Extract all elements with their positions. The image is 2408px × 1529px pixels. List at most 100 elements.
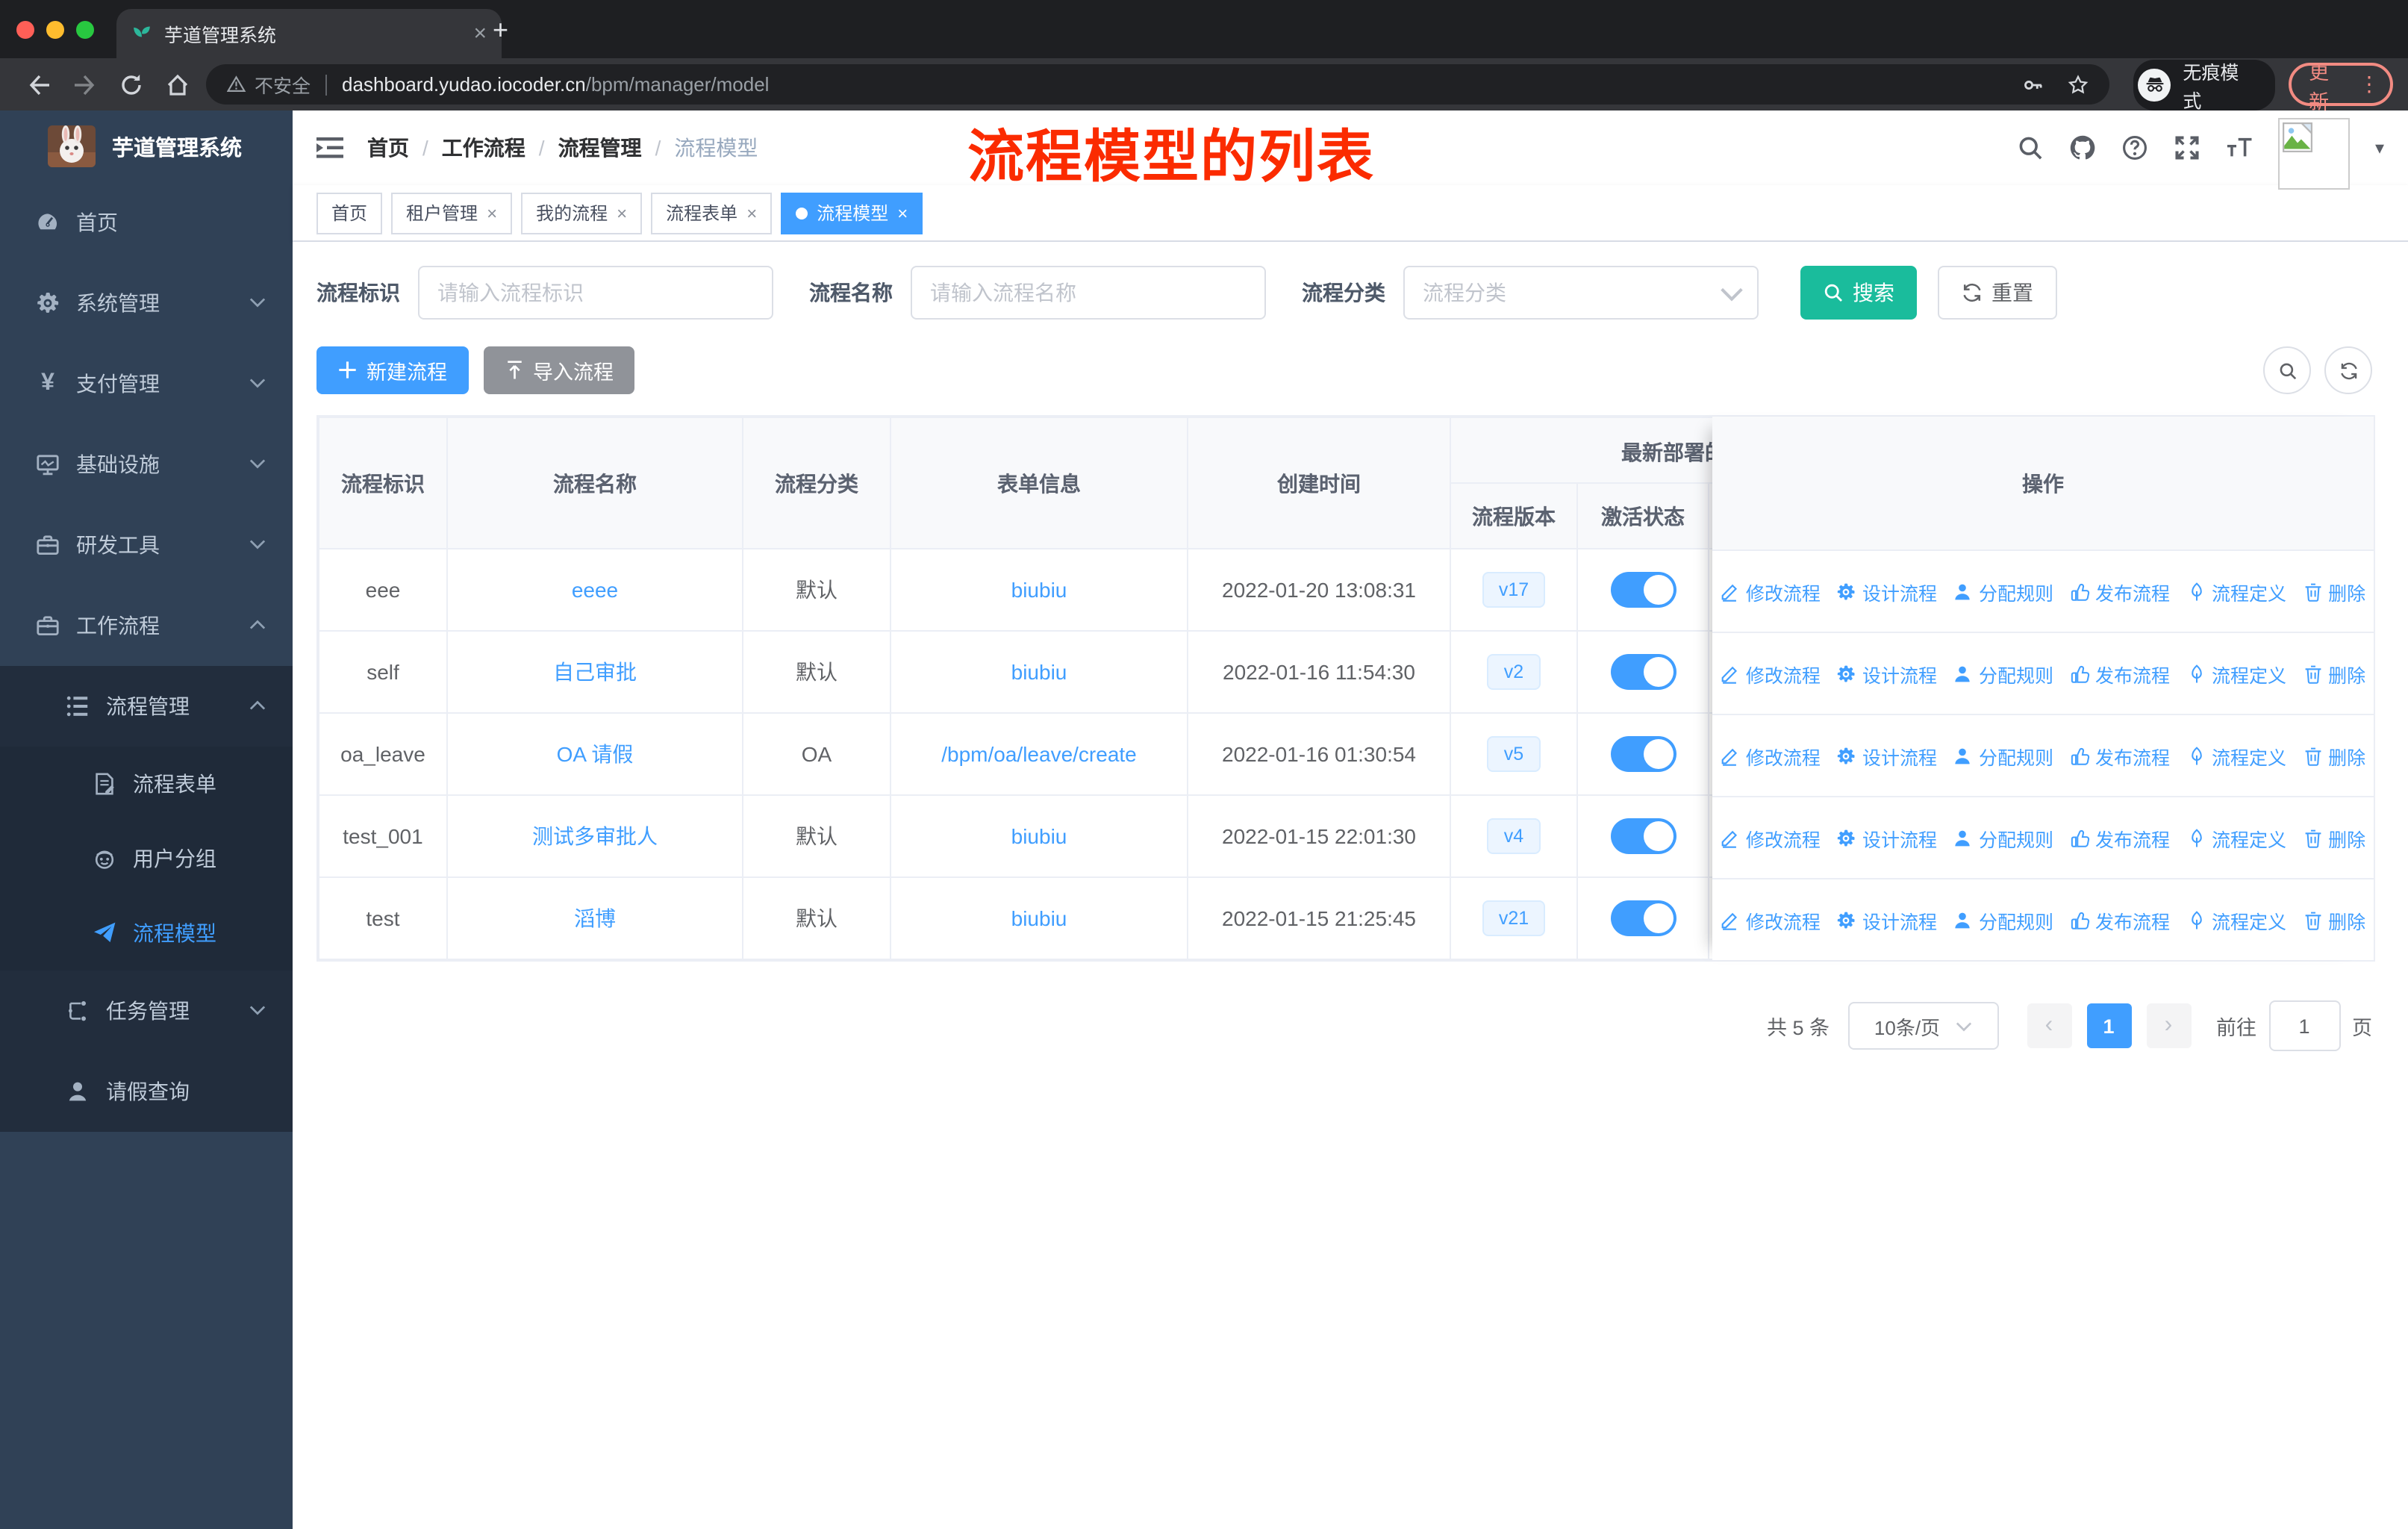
publish-process-link[interactable]: 发布流程 xyxy=(2070,741,2170,770)
prev-page-button[interactable]: ‹ xyxy=(2027,1003,2071,1048)
process-name-link[interactable]: 滔博 xyxy=(574,906,616,930)
design-process-link[interactable]: 设计流程 xyxy=(1837,741,1937,770)
modify-process-link[interactable]: 修改流程 xyxy=(1721,577,1821,605)
sidebar-item-leave-query[interactable]: 请假查询 xyxy=(0,1051,293,1132)
import-process-button[interactable]: 导入流程 xyxy=(483,346,634,394)
process-name-link[interactable]: 自己审批 xyxy=(553,660,637,684)
assign-rule-link[interactable]: 分配规则 xyxy=(1953,741,2053,770)
user-avatar[interactable] xyxy=(2277,118,2350,190)
security-badge[interactable]: 不安全 xyxy=(227,70,311,99)
search-icon[interactable] xyxy=(2017,134,2044,161)
publish-process-link[interactable]: 发布流程 xyxy=(2070,906,2170,934)
tag-my-process[interactable]: 我的流程 × xyxy=(521,192,643,234)
tag-close-icon[interactable]: × xyxy=(746,202,757,223)
modify-process-link[interactable]: 修改流程 xyxy=(1721,659,1821,688)
new-tab-button[interactable]: + xyxy=(493,15,508,46)
modify-process-link[interactable]: 修改流程 xyxy=(1721,906,1821,934)
publish-process-link[interactable]: 发布流程 xyxy=(2070,823,2170,852)
sidebar-item-task-mgmt[interactable]: 任务管理 xyxy=(0,971,293,1051)
sidebar-item-workflow[interactable]: 工作流程 xyxy=(0,585,293,666)
active-toggle[interactable] xyxy=(1610,736,1676,772)
tag-close-icon[interactable]: × xyxy=(487,202,497,223)
process-name-link[interactable]: OA 请假 xyxy=(557,742,634,766)
process-definition-link[interactable]: 流程定义 xyxy=(2186,577,2286,605)
tag-process-form[interactable]: 流程表单 × xyxy=(651,192,773,234)
font-size-icon[interactable] xyxy=(2226,134,2253,161)
form-info-link[interactable]: biubiu xyxy=(1011,906,1067,930)
process-id-input[interactable] xyxy=(418,266,773,320)
breadcrumb-item[interactable]: 工作流程 xyxy=(442,133,525,163)
help-icon[interactable] xyxy=(2121,134,2148,161)
process-definition-link[interactable]: 流程定义 xyxy=(2186,906,2286,934)
form-info-link[interactable]: biubiu xyxy=(1011,824,1067,848)
sidebar-item-devtools[interactable]: 研发工具 xyxy=(0,505,293,585)
sidebar-item-system[interactable]: 系统管理 xyxy=(0,263,293,343)
sidebar-item-process-mgmt[interactable]: 流程管理 xyxy=(0,666,293,747)
chrome-update-button[interactable]: 更新 ⋮ xyxy=(2288,60,2393,113)
process-definition-link[interactable]: 流程定义 xyxy=(2186,741,2286,770)
tag-home[interactable]: 首页 xyxy=(316,192,383,234)
active-toggle[interactable] xyxy=(1610,900,1676,936)
window-zoom-button[interactable] xyxy=(76,21,94,39)
active-toggle[interactable] xyxy=(1610,572,1676,608)
delete-link[interactable]: 删除 xyxy=(2303,906,2365,934)
delete-link[interactable]: 删除 xyxy=(2303,577,2365,605)
refresh-table-button[interactable] xyxy=(2324,346,2372,394)
current-page-button[interactable]: 1 xyxy=(2086,1003,2131,1048)
tag-tenant[interactable]: 租户管理 × xyxy=(391,192,513,234)
process-name-input[interactable] xyxy=(911,266,1266,320)
breadcrumb-item[interactable]: 流程管理 xyxy=(558,133,642,163)
fullscreen-icon[interactable] xyxy=(2174,134,2200,161)
active-toggle[interactable] xyxy=(1610,654,1676,690)
sidebar-item-user-group[interactable]: 用户分组 xyxy=(0,821,293,896)
reset-button[interactable]: 重置 xyxy=(1938,266,2057,320)
home-icon[interactable] xyxy=(154,72,200,96)
address-bar[interactable]: 不安全 dashboard.yudao.iocoder.cn /bpm/mana… xyxy=(206,64,2110,105)
assign-rule-link[interactable]: 分配规则 xyxy=(1953,577,2053,605)
page-size-select[interactable]: 10条/页 xyxy=(1847,1002,1998,1050)
form-info-link[interactable]: /bpm/oa/leave/create xyxy=(941,742,1137,766)
modify-process-link[interactable]: 修改流程 xyxy=(1721,823,1821,852)
sidebar-item-process-form[interactable]: 流程表单 xyxy=(0,747,293,821)
category-select-input[interactable] xyxy=(1403,266,1759,320)
design-process-link[interactable]: 设计流程 xyxy=(1837,823,1937,852)
tag-close-icon[interactable]: × xyxy=(897,202,908,223)
process-definition-link[interactable]: 流程定义 xyxy=(2186,659,2286,688)
modify-process-link[interactable]: 修改流程 xyxy=(1721,741,1821,770)
window-close-button[interactable] xyxy=(16,21,34,39)
window-minimize-button[interactable] xyxy=(46,21,64,39)
github-icon[interactable] xyxy=(2069,134,2096,161)
process-name-link[interactable]: 测试多审批人 xyxy=(532,824,658,848)
assign-rule-link[interactable]: 分配规则 xyxy=(1953,823,2053,852)
sidebar-item-payment[interactable]: ¥ 支付管理 xyxy=(0,343,293,424)
form-info-link[interactable]: biubiu xyxy=(1011,660,1067,684)
process-name-link[interactable]: eeee xyxy=(572,578,618,602)
forward-icon[interactable] xyxy=(61,72,107,96)
browser-tab[interactable]: 芋道管理系统 × xyxy=(116,9,502,58)
tag-process-model[interactable]: 流程模型 × xyxy=(781,192,923,234)
publish-process-link[interactable]: 发布流程 xyxy=(2070,577,2170,605)
next-page-button[interactable]: › xyxy=(2146,1003,2191,1048)
tab-close-icon[interactable]: × xyxy=(473,21,487,46)
reload-icon[interactable] xyxy=(107,72,154,96)
form-info-link[interactable]: biubiu xyxy=(1011,578,1067,602)
design-process-link[interactable]: 设计流程 xyxy=(1837,577,1937,605)
create-process-button[interactable]: 新建流程 xyxy=(316,346,468,394)
process-definition-link[interactable]: 流程定义 xyxy=(2186,823,2286,852)
design-process-link[interactable]: 设计流程 xyxy=(1837,659,1937,688)
breadcrumb-item[interactable]: 首页 xyxy=(367,133,409,163)
hamburger-icon[interactable] xyxy=(316,134,343,161)
assign-rule-link[interactable]: 分配规则 xyxy=(1953,906,2053,934)
delete-link[interactable]: 删除 xyxy=(2303,741,2365,770)
menu-dots-icon[interactable]: ⋮ xyxy=(2359,72,2380,97)
tag-close-icon[interactable]: × xyxy=(617,202,627,223)
design-process-link[interactable]: 设计流程 xyxy=(1837,906,1937,934)
category-select[interactable] xyxy=(1403,266,1759,320)
publish-process-link[interactable]: 发布流程 xyxy=(2070,659,2170,688)
assign-rule-link[interactable]: 分配规则 xyxy=(1953,659,2053,688)
back-icon[interactable] xyxy=(15,72,61,96)
sidebar-item-home[interactable]: 首页 xyxy=(0,182,293,263)
delete-link[interactable]: 删除 xyxy=(2303,823,2365,852)
bookmark-star-icon[interactable] xyxy=(2068,74,2089,95)
password-key-icon[interactable] xyxy=(2024,74,2044,95)
